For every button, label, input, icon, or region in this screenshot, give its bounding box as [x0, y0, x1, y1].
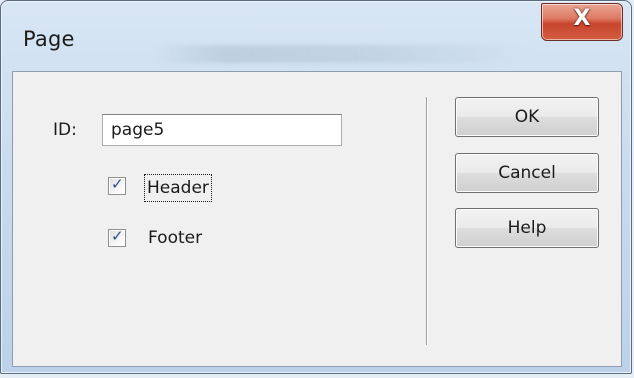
ok-button[interactable]: OK — [455, 97, 599, 137]
header-checkbox-label[interactable]: Header — [144, 174, 212, 202]
close-icon: X — [573, 6, 591, 31]
id-label: ID: — [53, 120, 77, 140]
checkmark-icon: ✓ — [111, 175, 124, 193]
vertical-separator — [426, 97, 428, 345]
footer-checkbox[interactable]: ✓ — [108, 227, 126, 247]
title-bar[interactable]: Page X — [1, 1, 631, 71]
checkmark-icon: ✓ — [111, 227, 124, 245]
id-input[interactable] — [102, 114, 342, 146]
close-button[interactable]: X — [541, 3, 623, 41]
window-title: Page — [23, 27, 75, 51]
header-checkbox[interactable]: ✓ — [108, 175, 126, 195]
cancel-button[interactable]: Cancel — [455, 153, 599, 193]
footer-checkbox-label[interactable]: Footer — [148, 228, 202, 248]
help-button[interactable]: Help — [455, 208, 599, 248]
